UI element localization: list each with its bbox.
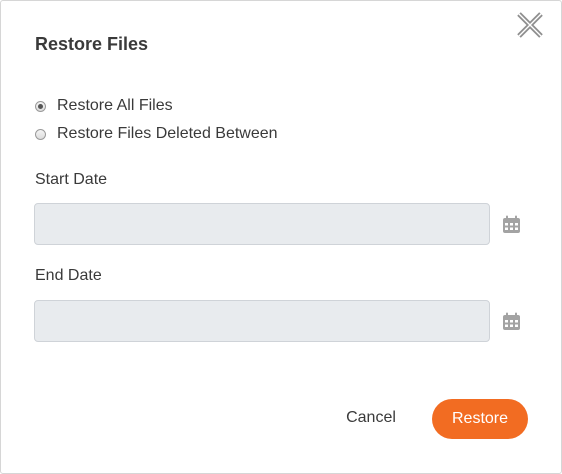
start-date-calendar-icon[interactable] xyxy=(502,215,521,234)
restore-button[interactable]: Restore xyxy=(432,399,528,439)
restore-all-radio[interactable] xyxy=(35,100,46,112)
close-icon[interactable] xyxy=(515,10,545,40)
end-date-label: End Date xyxy=(35,267,102,284)
restore-deleted-between-label: Restore Files Deleted Between xyxy=(57,125,278,142)
restore-all-label: Restore All Files xyxy=(57,97,173,114)
restore-deleted-between-option[interactable]: Restore Files Deleted Between xyxy=(35,125,278,143)
end-date-input[interactable] xyxy=(34,300,490,342)
cancel-button[interactable]: Cancel xyxy=(334,399,408,437)
end-date-calendar-icon[interactable] xyxy=(502,312,521,331)
restore-files-dialog: Restore Files Restore All Files Restore … xyxy=(0,0,562,474)
dialog-title: Restore Files xyxy=(35,34,149,54)
restore-deleted-between-radio[interactable] xyxy=(35,128,46,140)
restore-all-option[interactable]: Restore All Files xyxy=(35,97,173,115)
start-date-input[interactable] xyxy=(34,203,490,245)
start-date-label: Start Date xyxy=(35,171,108,188)
